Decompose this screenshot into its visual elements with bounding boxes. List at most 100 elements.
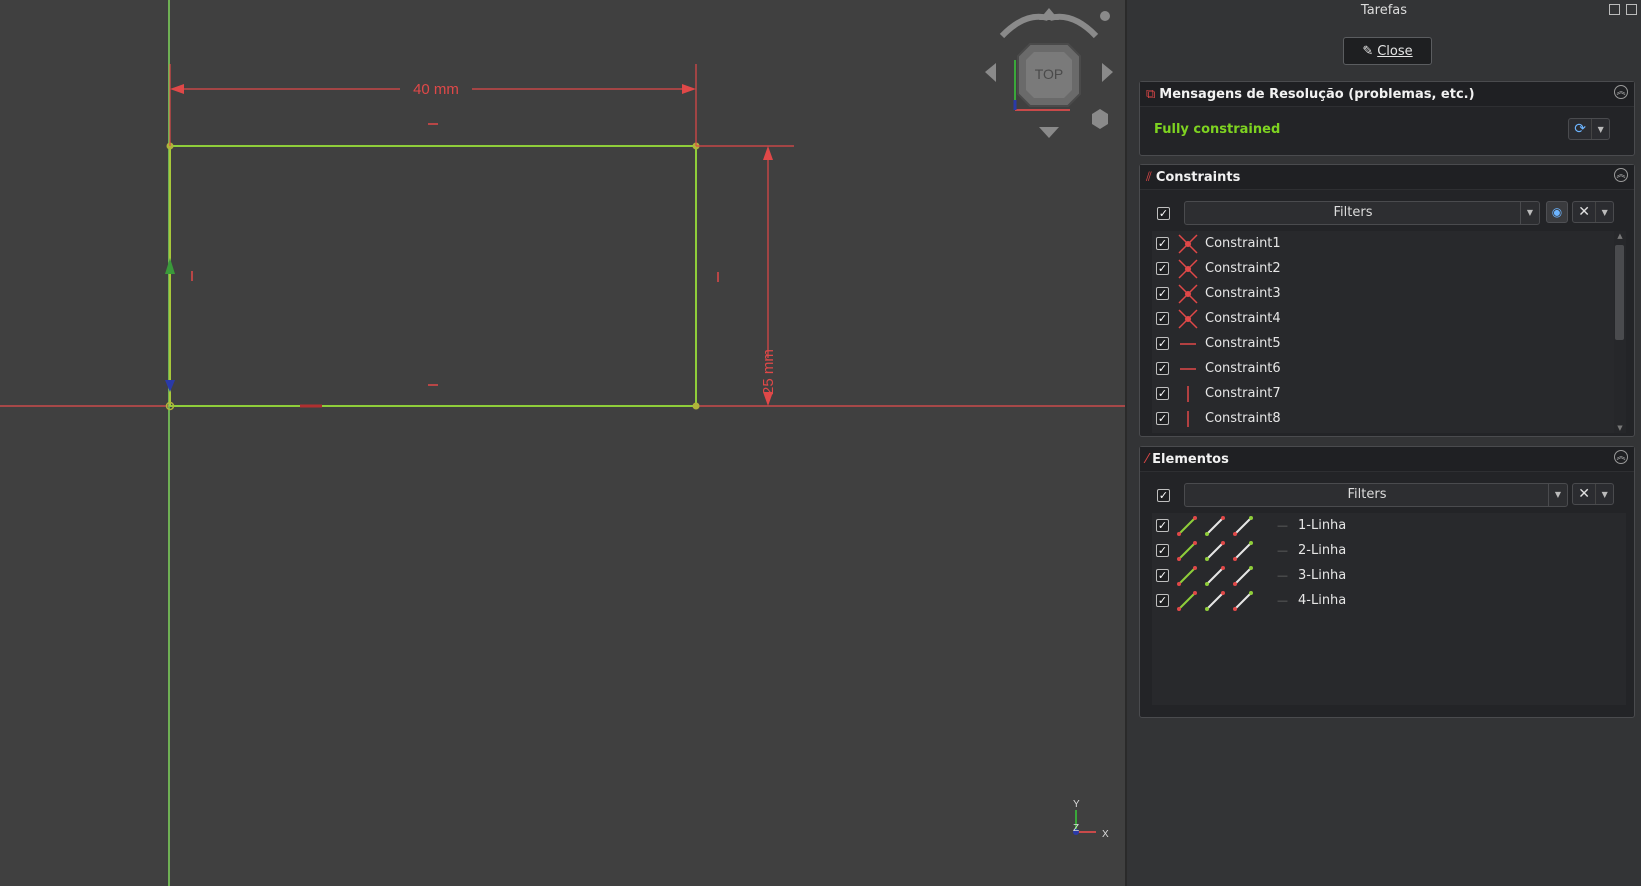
collapse-icon[interactable]: ︽ — [1614, 85, 1628, 99]
coincident-icon — [1177, 258, 1199, 280]
constraints-filter-dropdown[interactable]: Filters ▼ — [1184, 201, 1540, 225]
list-item[interactable]: ✓ Constraint1 — [1152, 231, 1281, 256]
list-item[interactable]: ✓ Constraint6 — [1152, 356, 1281, 381]
elements-settings-split-button[interactable]: ✕ ▼ — [1572, 483, 1614, 505]
constraints-icon: ⫽ — [1146, 169, 1152, 185]
constraints-scrollbar[interactable]: ▲ ▼ — [1614, 231, 1626, 433]
auto-update-split-button[interactable]: ⟳ ▼ — [1568, 118, 1610, 140]
horizontal-icon — [1177, 333, 1199, 355]
constraint-visibility-checkbox[interactable]: ✓ — [1156, 412, 1169, 425]
constraint-label: Constraint4 — [1205, 311, 1281, 326]
list-item[interactable]: ✓ Constraint4 — [1152, 306, 1281, 331]
constraint-visibility-checkbox[interactable]: ✓ — [1156, 337, 1169, 350]
sketch-canvas[interactable]: 40 mm 25 mm TOP X Y Z — [0, 0, 1125, 886]
constraints-header[interactable]: ⫽ Constraints ︽ — [1140, 165, 1634, 190]
sketcher-close-icon: ✎ — [1362, 43, 1374, 59]
midpoint-icon: — — [1277, 519, 1288, 532]
chevron-down-icon[interactable]: ▼ — [1595, 484, 1613, 504]
list-item[interactable]: ✓ Constraint5 — [1152, 331, 1281, 356]
collapse-icon[interactable]: ︽ — [1614, 168, 1628, 182]
element-label: 4-Linha — [1298, 593, 1347, 608]
constraint-label: Constraint2 — [1205, 261, 1281, 276]
list-item[interactable]: ✓ — 4-Linha — [1152, 588, 1346, 613]
settings-wrench-icon[interactable]: ✕ — [1573, 484, 1595, 504]
list-item[interactable]: ✓ — 1-Linha — [1152, 513, 1346, 538]
constraint-visibility-checkbox[interactable]: ✓ — [1156, 387, 1169, 400]
constraints-list[interactable]: ✓ Constraint1 ✓ Constraint2 ✓ Constraint… — [1152, 231, 1626, 433]
axis-label-z: Z — [1073, 823, 1079, 834]
constraints-settings-split-button[interactable]: ✕ ▼ — [1572, 201, 1614, 223]
list-item[interactable]: ✓ — 3-Linha — [1152, 563, 1346, 588]
view-menu-cube-icon[interactable] — [1092, 109, 1108, 129]
solver-warning-icon: ⧉ — [1146, 86, 1156, 102]
element-visibility-checkbox[interactable]: ✓ — [1156, 594, 1169, 607]
settings-wrench-icon[interactable]: ✕ — [1573, 202, 1595, 222]
arrow-down-icon[interactable] — [1039, 127, 1059, 138]
close-button-label: Close — [1377, 43, 1413, 59]
refresh-icon[interactable]: ⟳ — [1569, 119, 1591, 139]
constraint-visibility-checkbox[interactable]: ✓ — [1156, 287, 1169, 300]
chevron-down-icon[interactable]: ▼ — [1520, 202, 1539, 224]
list-item[interactable]: ✓ Constraint3 — [1152, 281, 1281, 306]
navcube-face-label: TOP — [1035, 66, 1064, 82]
arrow-left-icon[interactable] — [985, 63, 996, 82]
vertical-icon — [1177, 383, 1199, 405]
task-panel: Tarefas ✎ Close ⧉ Mensagens de Resolução… — [1125, 0, 1641, 886]
vertex-bottom-right[interactable] — [692, 402, 700, 410]
scroll-up-icon[interactable]: ▲ — [1614, 231, 1626, 241]
constraint-visibility-checkbox[interactable]: ✓ — [1156, 237, 1169, 250]
sketch-viewport[interactable]: 40 mm 25 mm TOP X Y Z — [0, 0, 1125, 886]
elements-select-all-checkbox[interactable]: ✓ — [1157, 489, 1170, 502]
close-button[interactable]: ✎ Close — [1343, 37, 1432, 65]
list-item[interactable]: ✓ Constraint8 — [1152, 406, 1281, 431]
scroll-down-icon[interactable]: ▼ — [1614, 423, 1626, 433]
origin-y-arrow — [165, 258, 175, 274]
constraint-label: Constraint7 — [1205, 386, 1281, 401]
elements-filter-dropdown[interactable]: Filters ▼ — [1184, 483, 1568, 507]
vertical-icon — [1177, 408, 1199, 430]
line-edge-start-end-icons — [1177, 515, 1253, 536]
dimension-label-vertical[interactable]: 25 mm — [760, 349, 777, 395]
solver-status: Fully constrained — [1154, 122, 1281, 137]
coincident-icon — [1177, 308, 1199, 330]
constraint-label: Constraint1 — [1205, 236, 1281, 251]
navcube-menu-icon[interactable] — [1100, 11, 1110, 21]
visibility-eye-icon[interactable]: ◉ — [1546, 201, 1568, 223]
elements-section: ⁄ Elementos ︽ ✓ Filters ▼ ✕ ▼ ✓ — 1-Linh… — [1139, 446, 1635, 718]
dimension-label-horizontal[interactable]: 40 mm — [413, 81, 459, 98]
dock-float-icon[interactable] — [1609, 4, 1620, 15]
constraint-visibility-checkbox[interactable]: ✓ — [1156, 362, 1169, 375]
axis-label-x: X — [1102, 829, 1109, 840]
element-label: 2-Linha — [1298, 543, 1347, 558]
dock-restore-icon[interactable] — [1626, 4, 1637, 15]
element-visibility-checkbox[interactable]: ✓ — [1156, 569, 1169, 582]
elements-filter-label: Filters — [1347, 487, 1387, 502]
constraints-title: Constraints — [1155, 169, 1241, 185]
constraint-label: Constraint6 — [1205, 361, 1281, 376]
chevron-down-icon[interactable]: ▼ — [1548, 484, 1567, 506]
element-visibility-checkbox[interactable]: ✓ — [1156, 519, 1169, 532]
solver-messages-title: Mensagens de Resolução (problemas, etc.) — [1159, 86, 1475, 102]
line-icon: ⁄ — [1146, 451, 1149, 467]
navigation-cube[interactable]: TOP — [985, 8, 1113, 138]
chevron-down-icon[interactable]: ▼ — [1591, 119, 1609, 139]
constraint-visibility-checkbox[interactable]: ✓ — [1156, 262, 1169, 275]
line-edge-start-end-icons — [1177, 565, 1253, 586]
constraint-visibility-checkbox[interactable]: ✓ — [1156, 312, 1169, 325]
solver-messages-section: ⧉ Mensagens de Resolução (problemas, etc… — [1139, 81, 1635, 156]
list-item[interactable]: ✓ Constraint7 — [1152, 381, 1281, 406]
element-visibility-checkbox[interactable]: ✓ — [1156, 544, 1169, 557]
collapse-icon[interactable]: ︽ — [1614, 450, 1628, 464]
constraints-select-all-checkbox[interactable]: ✓ — [1157, 207, 1170, 220]
scrollbar-thumb[interactable] — [1615, 245, 1624, 340]
constraint-label: Constraint3 — [1205, 286, 1281, 301]
elements-header[interactable]: ⁄ Elementos ︽ — [1140, 447, 1634, 472]
elements-list[interactable]: ✓ — 1-Linha ✓ — 2-Linha ✓ — 3-Linha ✓ — … — [1152, 513, 1626, 705]
constraints-section: ⫽ Constraints ︽ ✓ Filters ▼ ◉ ✕ ▼ ✓ Cons… — [1139, 164, 1635, 437]
list-item[interactable]: ✓ Constraint2 — [1152, 256, 1281, 281]
solver-messages-header[interactable]: ⧉ Mensagens de Resolução (problemas, etc… — [1140, 82, 1634, 107]
list-item[interactable]: ✓ — 2-Linha — [1152, 538, 1346, 563]
arrow-right-icon[interactable] — [1102, 63, 1113, 82]
dimension-arrow-left — [170, 84, 184, 94]
chevron-down-icon[interactable]: ▼ — [1595, 202, 1613, 222]
